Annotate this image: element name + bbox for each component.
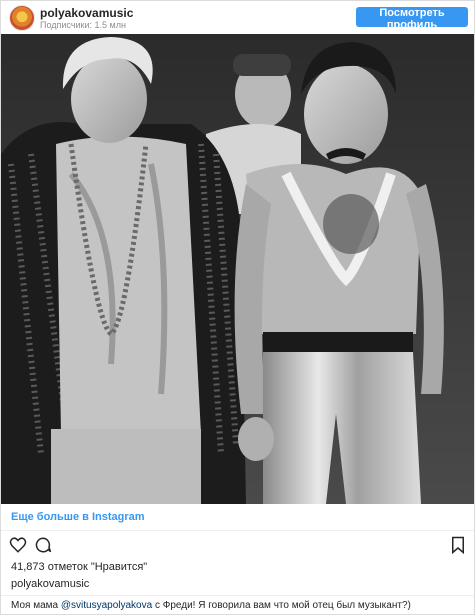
caption-suffix: с Фреди! Я говорила вам что мой отец был…	[152, 600, 411, 611]
author-username[interactable]: polyakovamusic	[11, 578, 89, 590]
username[interactable]: polyakovamusic	[40, 6, 133, 20]
post-header: polyakovamusic Подписчики: 1.5 млн Посмо…	[1, 1, 474, 33]
post-photo[interactable]	[1, 34, 474, 504]
comment-icon[interactable]	[34, 536, 52, 554]
bookmark-icon[interactable]	[450, 536, 466, 554]
view-profile-button[interactable]: Посмотреть профиль	[356, 7, 468, 31]
caption-prefix: Моя мама	[11, 600, 61, 611]
photo-image	[1, 34, 474, 504]
action-bar	[1, 534, 474, 558]
view-more-on-instagram[interactable]: Еще больше в Instagram	[1, 504, 474, 531]
caption: Моя мама @svitusyapolyakova с Фреди! Я г…	[1, 595, 474, 614]
avatar[interactable]	[9, 5, 35, 31]
follower-count: Подписчики: 1.5 млн	[40, 20, 126, 30]
view-more-link-text[interactable]: Еще больше в Instagram	[11, 511, 145, 523]
caption-text: Моя мама @svitusyapolyakova с Фреди! Я г…	[11, 600, 411, 611]
likes-count[interactable]: 41,873 отметок "Нравится"	[11, 561, 147, 573]
instagram-embed-card: polyakovamusic Подписчики: 1.5 млн Посмо…	[0, 0, 475, 615]
heart-icon[interactable]	[9, 536, 27, 554]
mention-link[interactable]: @svitusyapolyakova	[61, 600, 152, 611]
